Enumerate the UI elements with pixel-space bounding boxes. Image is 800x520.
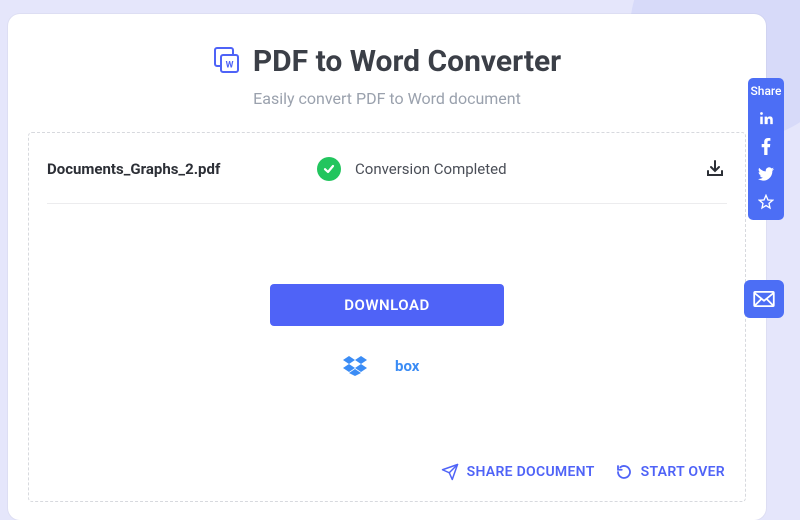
start-over-button[interactable]: START OVER — [615, 463, 725, 481]
bottom-actions: SHARE DOCUMENT START OVER — [47, 459, 727, 485]
svg-text:box: box — [395, 357, 420, 375]
share-panel: Share — [748, 78, 784, 220]
drop-area: Documents_Graphs_2.pdf Conversion Comple… — [28, 132, 746, 502]
check-icon — [317, 157, 341, 181]
pdf-word-icon: W — [213, 46, 241, 78]
file-name: Documents_Graphs_2.pdf — [47, 160, 317, 178]
dropbox-icon[interactable] — [343, 356, 367, 380]
linkedin-icon[interactable] — [758, 110, 774, 126]
converter-card: W PDF to Word Converter Easily convert P… — [8, 14, 766, 520]
mid-area: DOWNLOAD box — [47, 204, 727, 459]
share-label: Share — [751, 84, 782, 98]
file-row: Documents_Graphs_2.pdf Conversion Comple… — [47, 157, 727, 204]
page-title: PDF to Word Converter — [253, 44, 561, 79]
box-icon[interactable]: box — [395, 357, 431, 379]
title-row: W PDF to Word Converter — [8, 44, 766, 79]
share-document-button[interactable]: SHARE DOCUMENT — [441, 463, 595, 481]
status-text: Conversion Completed — [355, 160, 705, 178]
star-icon[interactable] — [758, 194, 774, 210]
cloud-providers: box — [343, 356, 431, 380]
download-file-icon[interactable] — [705, 158, 727, 180]
facebook-icon[interactable] — [758, 138, 774, 154]
start-over-label: START OVER — [641, 464, 725, 480]
page-subtitle: Easily convert PDF to Word document — [8, 89, 766, 108]
twitter-icon[interactable] — [758, 166, 774, 182]
share-document-label: SHARE DOCUMENT — [467, 464, 595, 480]
svg-text:W: W — [225, 60, 233, 70]
mail-button[interactable] — [744, 280, 784, 318]
download-button[interactable]: DOWNLOAD — [270, 284, 504, 326]
